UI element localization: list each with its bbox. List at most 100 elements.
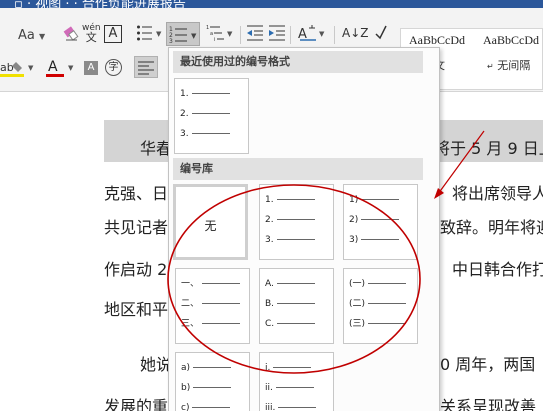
svg-text:▼: ▼: [28, 64, 34, 72]
show-formatting-marks-icon[interactable]: [374, 24, 388, 42]
font-color-icon: A ▼: [46, 59, 74, 77]
placeholder-line: [276, 283, 315, 284]
numbering-marker-row: ii.: [265, 383, 314, 393]
numbering-marker: a): [181, 363, 191, 373]
numbering-library-option[interactable]: 1) 2) 3): [343, 184, 418, 260]
sort-button[interactable]: A↓Z: [342, 24, 368, 42]
placeholder-line: [191, 93, 230, 94]
svg-text:3: 3: [169, 38, 173, 45]
numbering-marker-row: 2.: [265, 215, 315, 225]
placeholder-line: [192, 407, 231, 408]
numbering-marker: 2.: [265, 215, 274, 225]
bullets-icon[interactable]: ▼: [136, 24, 162, 42]
placeholder-line: [276, 199, 315, 200]
numbering-marker: 二、: [181, 299, 200, 309]
document-line-fragment: 致辞。明年将迎: [440, 218, 543, 237]
numbering-marker: 三、: [181, 319, 200, 329]
numbering-marker-row: 3.: [180, 129, 230, 139]
svg-text:1: 1: [206, 25, 209, 31]
numbering-marker-row: 一、: [181, 279, 241, 289]
placeholder-line: [277, 303, 316, 304]
document-line-fragment: 将出席领导人: [452, 184, 543, 203]
placeholder-line: [276, 239, 315, 240]
placeholder-line: [275, 387, 314, 388]
numbering-library-option[interactable]: a) b) c): [175, 352, 250, 411]
numbering-marker: c): [181, 403, 190, 411]
numbering-marker: 3.: [180, 129, 189, 139]
document-line-fragment: 中日韩合作打: [452, 260, 543, 279]
numbering-marker: 2): [349, 215, 359, 225]
numbering-marker-row: b): [181, 383, 232, 393]
numbering-marker-row: 1.: [180, 89, 230, 99]
phonetic-bottom: 文: [85, 31, 97, 44]
font-color-button[interactable]: A ▼: [46, 58, 78, 84]
svg-text:i: i: [214, 37, 215, 42]
svg-text:▼: ▼: [191, 32, 197, 40]
numbering-marker-row: 二、: [181, 299, 241, 309]
svg-text:A: A: [48, 59, 58, 75]
placeholder-line: [202, 283, 241, 284]
numbering-library-option[interactable]: (一) (二) (三): [343, 268, 418, 344]
numbering-none-option[interactable]: 无: [173, 184, 248, 260]
clear-formatting-icon[interactable]: [62, 24, 80, 42]
ribbon-separator: [290, 26, 291, 44]
numbering-marker: 1.: [180, 89, 189, 99]
style-no-spacing-preview[interactable]: AaBbCcDd: [483, 33, 539, 48]
document-line-fragment: 将于 5 月 9 日上: [434, 139, 543, 158]
placeholder-line: [368, 323, 407, 324]
numbering-marker: 2.: [180, 109, 189, 119]
increase-indent-icon[interactable]: [268, 24, 286, 42]
change-case-label: Aa: [18, 28, 35, 43]
placeholder-line: [278, 407, 317, 408]
decrease-indent-icon[interactable]: [246, 24, 264, 42]
placeholder-line: [368, 303, 407, 304]
ribbon-separator: [334, 26, 335, 44]
align-left-button[interactable]: [134, 56, 158, 78]
enclosed-border-button[interactable]: A: [104, 25, 122, 43]
numbering-marker-row: iii.: [265, 403, 317, 411]
placeholder-line: [277, 323, 316, 324]
phonetic-guide-button[interactable]: wén 文: [82, 24, 101, 44]
numbering-marker: C.: [265, 319, 275, 329]
document-line-fragment: 共见记者: [104, 218, 169, 237]
style-no-spacing-name[interactable]: ↵ 无间隔: [487, 57, 530, 73]
numbering-marker: 一、: [181, 279, 200, 289]
numbering-marker: 1.: [265, 195, 274, 205]
placeholder-line: [202, 323, 241, 324]
numbering-marker: 1): [349, 195, 359, 205]
svg-text:▼: ▼: [156, 30, 162, 38]
numbering-button[interactable]: 1 2 3 ▼: [166, 22, 200, 46]
placeholder-line: [361, 239, 400, 240]
multilevel-list-icon[interactable]: 1 a i ▼: [206, 24, 234, 42]
ribbon-separator: [240, 26, 241, 44]
character-shading-button[interactable]: A: [84, 61, 98, 75]
numbering-marker-row: 1.: [265, 195, 315, 205]
svg-text:ab: ab: [0, 61, 14, 74]
none-label: 无: [204, 219, 217, 233]
numbering-marker-row: 2.: [180, 109, 230, 119]
document-line-fragment: 克强、日: [104, 184, 169, 203]
svg-text:a: a: [210, 31, 213, 37]
text-highlight-button[interactable]: ab ▼: [0, 58, 40, 84]
numbering-marker: A.: [265, 279, 274, 289]
placeholder-line: [276, 219, 315, 220]
chinese-layout-icon[interactable]: A ▼: [298, 24, 328, 42]
numbering-marker-row: C.: [265, 319, 316, 329]
placeholder-line: [368, 283, 407, 284]
numbering-library-option[interactable]: i. ii. iii.: [259, 352, 334, 411]
enclose-characters-button[interactable]: 字: [105, 59, 122, 76]
recent-numbering-format[interactable]: 1. 2. 3.: [174, 78, 249, 154]
style-normal-preview[interactable]: AaBbCcDd: [409, 33, 465, 48]
placeholder-line: [191, 113, 230, 114]
numbering-marker-row: (三): [349, 319, 407, 329]
chevron-down-icon: ▼: [39, 32, 46, 41]
numbering-library-option[interactable]: 一、 二、 三、: [175, 268, 250, 344]
change-case-button[interactable]: Aa ▼: [18, 27, 45, 46]
numbering-library-option[interactable]: 1. 2. 3.: [259, 184, 334, 260]
document-line-fragment: 0 周年，两国: [440, 355, 536, 374]
numbering-library-option[interactable]: A. B. C.: [259, 268, 334, 344]
numbering-marker-row: 1): [349, 195, 400, 205]
numbering-marker: (三): [349, 319, 366, 329]
numbering-marker-row: A.: [265, 279, 315, 289]
numbering-marker-row: 3): [349, 235, 400, 245]
